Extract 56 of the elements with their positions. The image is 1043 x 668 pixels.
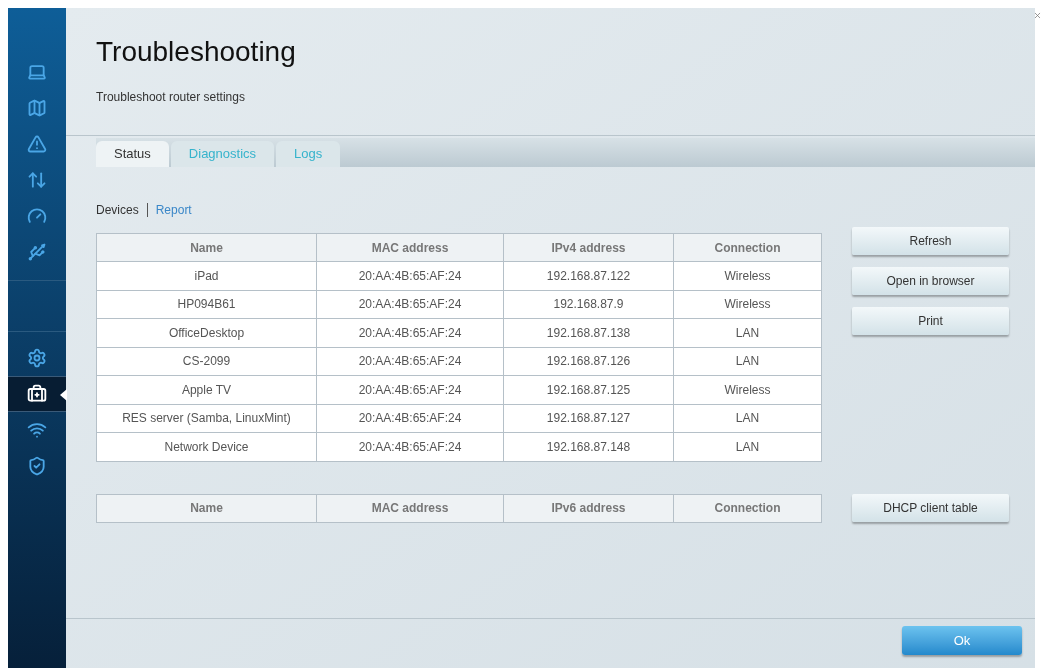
medical-kit-icon bbox=[27, 384, 47, 404]
table-cell: 192.168.87.126 bbox=[503, 347, 674, 376]
column-header: IPv4 address bbox=[503, 233, 674, 262]
column-header: Name bbox=[96, 494, 317, 522]
action-button[interactable]: DHCP client table bbox=[852, 493, 1009, 522]
table-cell: 192.168.87.122 bbox=[503, 261, 674, 290]
table-cell: 20:AA:4B:65:AF:24 bbox=[316, 375, 504, 404]
table-cell: 192.168.87.148 bbox=[503, 432, 674, 461]
settings-icon bbox=[27, 348, 47, 368]
action-button[interactable]: Open in browser bbox=[852, 267, 1009, 295]
sidebar-item[interactable] bbox=[8, 376, 66, 412]
warning-icon bbox=[27, 134, 47, 154]
page-subtitle: Troubleshoot router settings bbox=[96, 89, 246, 106]
laptop-icon bbox=[27, 62, 47, 82]
table-cell: 20:AA:4B:65:AF:24 bbox=[316, 432, 504, 461]
table-cell: 192.168.87.9 bbox=[503, 290, 674, 319]
table-cell: RES server (Samba, LinuxMint) bbox=[96, 404, 317, 433]
table-cell: LAN bbox=[673, 347, 822, 376]
table-cell: 20:AA:4B:65:AF:24 bbox=[316, 290, 504, 319]
table-cell: 20:AA:4B:65:AF:24 bbox=[316, 318, 504, 347]
table-cell: 20:AA:4B:65:AF:24 bbox=[316, 261, 504, 290]
table-cell: Wireless bbox=[673, 261, 822, 290]
table-cell: Apple TV bbox=[96, 375, 317, 404]
table-cell: OfficeDesktop bbox=[96, 318, 317, 347]
subnav-link[interactable]: Devices bbox=[96, 201, 139, 219]
action-button[interactable]: Print bbox=[852, 307, 1009, 335]
table-cell: 192.168.87.127 bbox=[503, 404, 674, 433]
column-header: Connection bbox=[673, 233, 822, 262]
table-cell: LAN bbox=[673, 404, 822, 433]
column-header: MAC address bbox=[316, 494, 504, 522]
table-cell: 20:AA:4B:65:AF:24 bbox=[316, 404, 504, 433]
table-cell: iPad bbox=[96, 261, 317, 290]
table-cell: 192.168.87.125 bbox=[503, 375, 674, 404]
table-cell: Wireless bbox=[673, 290, 822, 319]
map-icon bbox=[27, 98, 47, 118]
column-header: IPv6 address bbox=[503, 494, 674, 522]
table-cell: CS-2099 bbox=[96, 347, 317, 376]
page-title: Troubleshooting bbox=[96, 38, 297, 66]
column-header: MAC address bbox=[316, 233, 504, 262]
table-cell: Network Device bbox=[96, 432, 317, 461]
action-button[interactable]: Refresh bbox=[852, 227, 1009, 255]
table-cell: 20:AA:4B:65:AF:24 bbox=[316, 347, 504, 376]
table-cell: HP094B61 bbox=[96, 290, 317, 319]
table-cell: LAN bbox=[673, 432, 822, 461]
column-header: Connection bbox=[673, 494, 822, 522]
column-header: Name bbox=[96, 233, 317, 262]
close-icon[interactable] bbox=[1033, 11, 1042, 20]
usb-icon bbox=[27, 242, 47, 262]
table-cell: LAN bbox=[673, 318, 822, 347]
shield-icon bbox=[27, 456, 47, 476]
table-cell: Wireless bbox=[673, 375, 822, 404]
wifi-icon bbox=[27, 420, 47, 440]
arrows-icon bbox=[27, 170, 47, 190]
gauge-icon bbox=[27, 206, 47, 226]
table-cell: 192.168.87.138 bbox=[503, 318, 674, 347]
tab[interactable]: Status bbox=[96, 141, 169, 167]
